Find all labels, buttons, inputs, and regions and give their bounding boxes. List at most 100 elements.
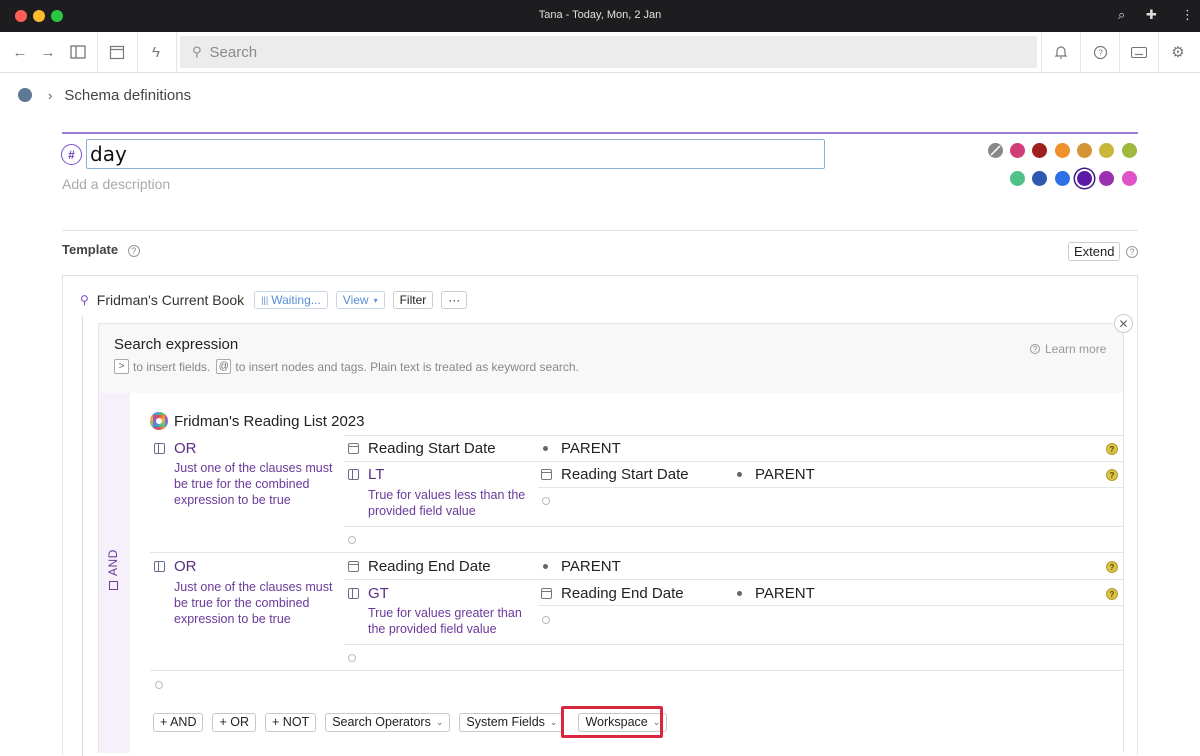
- settings-gear-icon[interactable]: ⚙: [1158, 32, 1198, 72]
- color-swatch[interactable]: [1032, 171, 1048, 186]
- calendar-icon[interactable]: [97, 32, 137, 72]
- reading-list-node[interactable]: Fridman's Reading List 2023: [150, 412, 364, 430]
- warning-help-icon[interactable]: ?: [1106, 469, 1118, 481]
- chevron-down-icon: ⌄: [549, 716, 558, 727]
- empty-node-bullet[interactable]: [348, 536, 356, 544]
- reading-list-icon: [150, 412, 168, 430]
- lt-operator-icon[interactable]: [348, 469, 359, 480]
- help-icon[interactable]: ?: [1080, 32, 1120, 72]
- empty-node-bullet[interactable]: [155, 681, 163, 689]
- row-divider: [344, 644, 1123, 645]
- bullet: [543, 564, 548, 569]
- workspace-highlight-box: [561, 706, 663, 738]
- workspace-logo-icon[interactable]: [18, 88, 32, 102]
- or-operator-icon[interactable]: [154, 443, 165, 454]
- or-description: Just one of the clauses must be true for…: [174, 461, 333, 507]
- lightning-icon[interactable]: ϟ: [136, 32, 176, 72]
- search-operators-dropdown[interactable]: Search Operators ⌄: [325, 712, 451, 732]
- color-swatch[interactable]: [1010, 143, 1025, 158]
- empty-node-bullet[interactable]: [542, 497, 550, 505]
- more-options-button[interactable]: ···: [441, 291, 468, 309]
- template-help-icon[interactable]: ?: [127, 245, 140, 257]
- waiting-label: Waiting...: [271, 293, 321, 307]
- field-reading-end-date[interactable]: Reading End Date: [368, 558, 491, 575]
- lt-operator-label[interactable]: LT: [368, 466, 384, 483]
- view-label: View: [342, 293, 369, 307]
- warning-help-icon[interactable]: ?: [1106, 561, 1118, 573]
- bullet: [737, 472, 742, 477]
- window-titlebar: Tana - Today, Mon, 2 Jan ⌕ ✚ ⋮: [0, 0, 1200, 32]
- empty-node-bullet[interactable]: [542, 616, 550, 624]
- extend-help-icon[interactable]: ?: [1126, 246, 1138, 258]
- hashtag-icon[interactable]: #: [61, 144, 82, 165]
- parent-value[interactable]: PARENT: [561, 440, 621, 457]
- parent-value[interactable]: PARENT: [755, 585, 815, 602]
- view-button[interactable]: View ▾: [335, 291, 385, 309]
- color-swatch[interactable]: [1054, 171, 1070, 186]
- parent-value[interactable]: PARENT: [561, 558, 621, 575]
- color-swatch[interactable]: [1121, 143, 1137, 158]
- chevron-down-icon: ⌄: [435, 716, 444, 727]
- row-divider: [344, 435, 1123, 436]
- menu-dots-icon[interactable]: ⋮: [1181, 7, 1194, 23]
- color-swatch[interactable]: [1099, 143, 1115, 158]
- description-placeholder[interactable]: Add a description: [62, 176, 170, 192]
- zoom-icon[interactable]: ⌕: [1118, 7, 1125, 23]
- bell-icon[interactable]: [1041, 32, 1081, 72]
- learn-more-link[interactable]: ? Learn more: [1030, 342, 1106, 356]
- add-or-button[interactable]: + OR: [212, 712, 257, 732]
- or-description: Just one of the clauses must be true for…: [174, 580, 333, 626]
- toolbar: ← → ϟ ⚲ Search ? ⚙: [0, 32, 1200, 73]
- chevron-down-icon: ▾: [373, 295, 378, 305]
- color-swatch-selected[interactable]: [1076, 171, 1092, 186]
- warning-help-icon[interactable]: ?: [1106, 443, 1118, 455]
- help-circle-icon: ?: [1030, 344, 1040, 354]
- template-label: Template: [62, 242, 119, 257]
- sidebar-toggle-icon[interactable]: [58, 32, 98, 72]
- waiting-chip[interactable]: ||| Waiting...: [254, 291, 328, 309]
- warning-help-icon[interactable]: ?: [1106, 588, 1118, 600]
- parent-value[interactable]: PARENT: [755, 466, 815, 483]
- color-swatch[interactable]: [1076, 143, 1092, 158]
- gt-description: True for values greater than the provide…: [368, 606, 522, 636]
- color-swatch[interactable]: [1010, 171, 1025, 186]
- system-fields-dropdown[interactable]: System Fields ⌄: [459, 712, 565, 732]
- add-not-button[interactable]: + NOT: [265, 712, 317, 732]
- filter-button[interactable]: Filter: [392, 291, 434, 309]
- color-swatch[interactable]: [1099, 171, 1115, 186]
- bullet: [543, 446, 548, 451]
- empty-node-bullet[interactable]: [348, 654, 356, 662]
- svg-text:?: ?: [1098, 48, 1103, 57]
- no-color-swatch[interactable]: [988, 143, 1003, 158]
- search-node-title[interactable]: Fridman's Current Book: [97, 292, 244, 308]
- table-icon: |||: [261, 295, 269, 305]
- color-swatch[interactable]: [1054, 143, 1070, 158]
- field-reading-start-date[interactable]: Reading Start Date: [561, 466, 689, 483]
- breadcrumb-item-schema[interactable]: Schema definitions: [64, 87, 191, 104]
- outline-guide: [82, 316, 83, 756]
- or-operator-icon[interactable]: [154, 561, 165, 572]
- field-reading-end-date[interactable]: Reading End Date: [561, 585, 684, 602]
- and-group-label[interactable]: AND: [106, 549, 120, 590]
- color-swatch[interactable]: [1032, 143, 1048, 158]
- hint-text-2: to insert nodes and tags. Plain text is …: [235, 359, 579, 374]
- row-divider: [538, 487, 1123, 488]
- extensions-icon[interactable]: ✚: [1146, 7, 1157, 23]
- window-title: Tana - Today, Mon, 2 Jan: [538, 9, 662, 21]
- search-input[interactable]: ⚲ Search: [180, 36, 1037, 68]
- add-and-button[interactable]: + AND: [153, 712, 204, 732]
- keyboard-icon[interactable]: [1119, 32, 1159, 72]
- row-divider: [538, 605, 1123, 606]
- or-operator-label[interactable]: OR: [174, 558, 197, 575]
- supertag-name-input[interactable]: day: [86, 139, 825, 169]
- gt-operator-label[interactable]: GT: [368, 585, 389, 602]
- gt-operator-icon[interactable]: [348, 588, 359, 599]
- color-swatch[interactable]: [1121, 171, 1137, 186]
- field-reading-start-date[interactable]: Reading Start Date: [368, 440, 496, 457]
- row-divider: [150, 552, 1123, 553]
- or-operator-label[interactable]: OR: [174, 440, 197, 457]
- date-field-icon: [541, 469, 552, 480]
- extend-button[interactable]: Extend: [1068, 242, 1121, 261]
- title-divider: [62, 132, 1138, 134]
- close-icon[interactable]: ✕: [1114, 314, 1133, 333]
